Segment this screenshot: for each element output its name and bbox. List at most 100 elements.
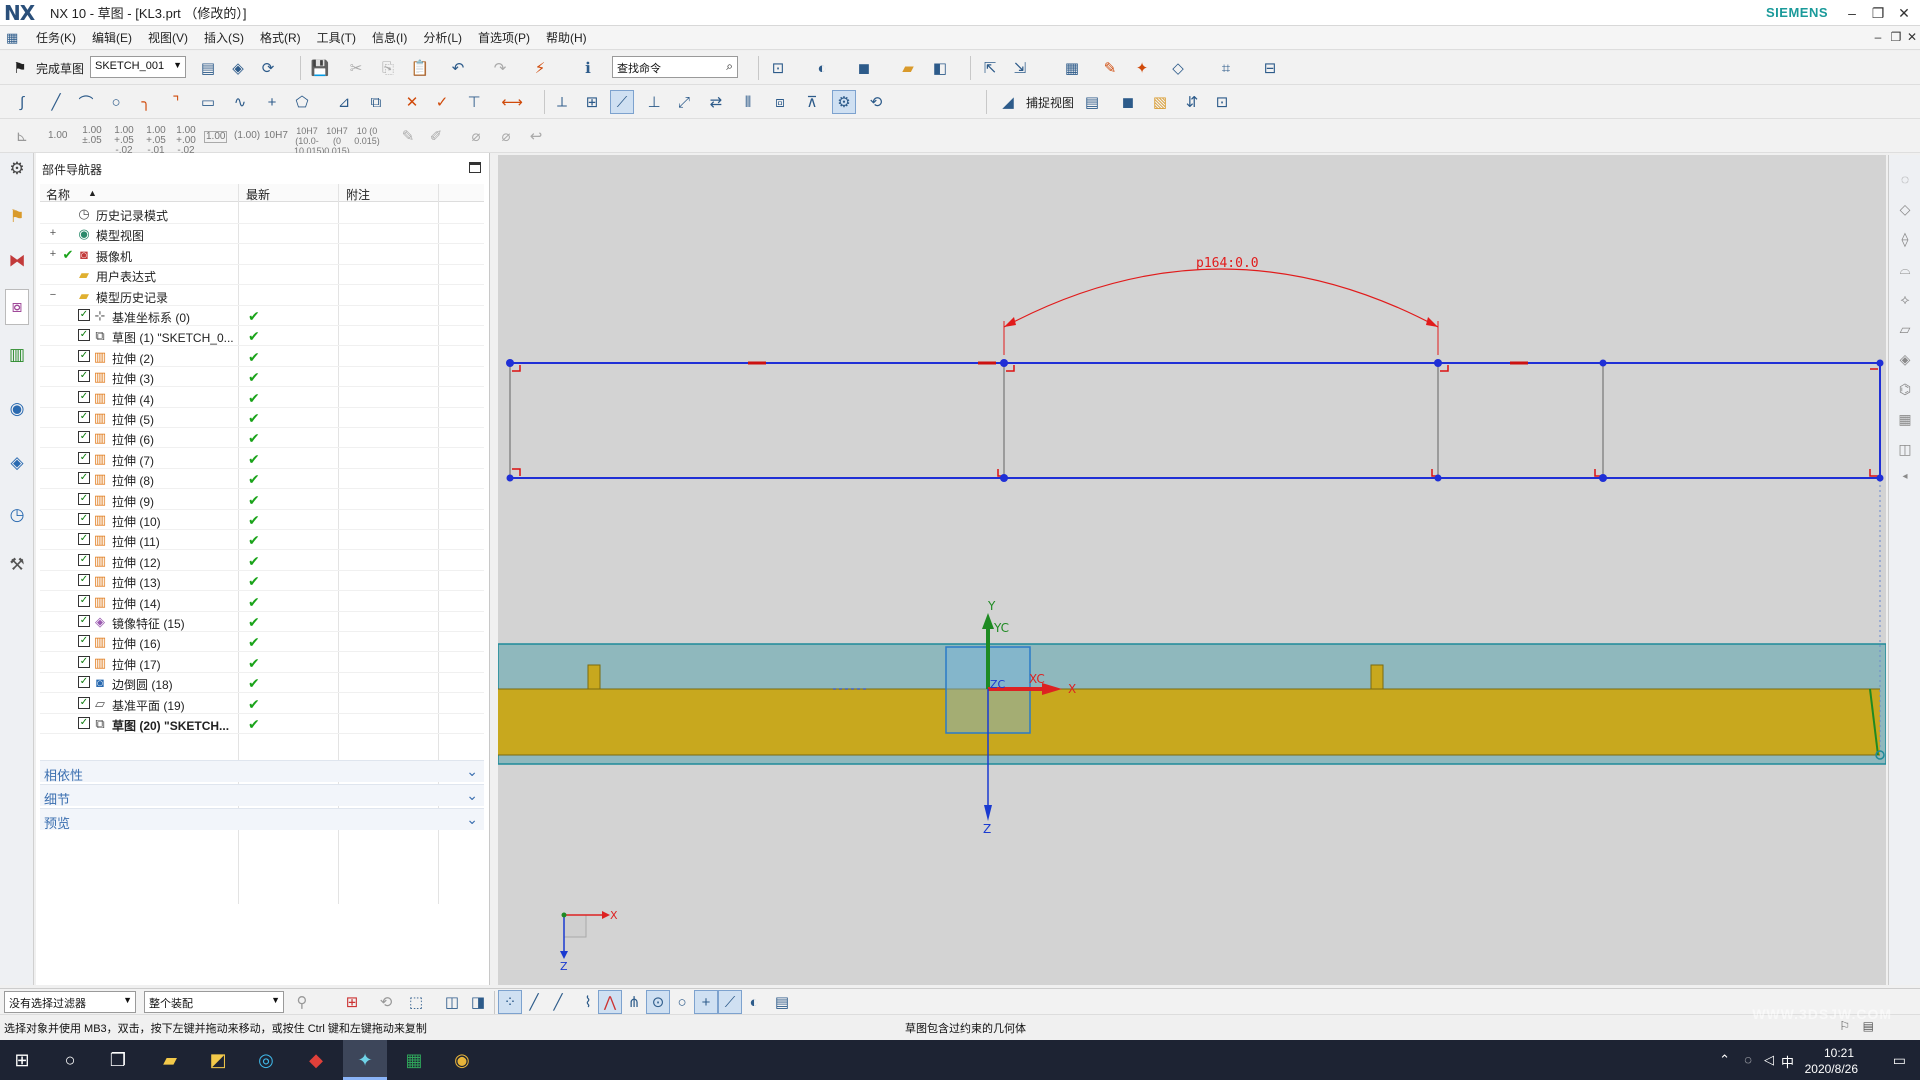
- angular-dimension-arc[interactable]: [1003, 268, 1439, 328]
- expand-toggle-icon[interactable]: −: [48, 289, 58, 300]
- feature-checkbox[interactable]: ✓: [78, 717, 90, 729]
- nx-task-icon[interactable]: ✦: [343, 1044, 387, 1076]
- constraint-navigator-icon[interactable]: ⧓: [5, 249, 29, 273]
- finish-sketch-label[interactable]: 完成草图: [36, 60, 84, 77]
- fit-sketch-icon[interactable]: ⊡: [1210, 90, 1234, 114]
- check-icon[interactable]: ✔: [60, 247, 76, 263]
- menu-format[interactable]: 格式(R): [252, 29, 309, 46]
- menu-info[interactable]: 信息(I): [364, 29, 415, 46]
- menu-tools[interactable]: 工具(T): [309, 29, 364, 46]
- render-style-icon[interactable]: ◐: [810, 56, 834, 80]
- finish-sketch-flag-icon[interactable]: ⚑: [8, 56, 32, 80]
- history-feature-row[interactable]: ✓ ▥ 拉伸 (2) ✔: [40, 347, 484, 367]
- history-feature-row[interactable]: ✓ ▥ 拉伸 (5) ✔: [40, 408, 484, 428]
- snap-view-label[interactable]: 捕捉视图: [1026, 94, 1074, 111]
- feature-checkbox[interactable]: ✓: [78, 451, 90, 464]
- dim-format-4[interactable]: 1.00 +.05 -.01: [142, 126, 170, 156]
- section-view-icon[interactable]: ◧: [928, 56, 952, 80]
- polygon-icon[interactable]: ⬠: [290, 90, 314, 114]
- menu-edit[interactable]: 编辑(E): [84, 29, 140, 46]
- selection-icon[interactable]: ◇: [1166, 56, 1190, 80]
- app-menu-icon[interactable]: ▦: [6, 30, 28, 46]
- tree-node[interactable]: ▰ 用户表达式: [40, 265, 484, 286]
- make-corner-icon[interactable]: ⊤: [462, 90, 486, 114]
- history-feature-row[interactable]: ✓ ◙ 边倒圆 (18) ✔: [40, 673, 484, 694]
- diameter-icon[interactable]: ⌀: [464, 124, 488, 148]
- windows-start-icon[interactable]: ⊞: [0, 1044, 44, 1076]
- studio-spline-icon[interactable]: ∿: [228, 90, 252, 114]
- pattern-curve-icon[interactable]: ⧉: [364, 90, 388, 114]
- drag-icon[interactable]: ⤢: [672, 90, 696, 114]
- info-window-icon[interactable]: ℹ: [576, 56, 600, 80]
- file-explorer-icon[interactable]: ▰: [148, 1044, 192, 1076]
- history-feature-row[interactable]: ✓ ⧉ 草图 (1) "SKETCH_0... ✔: [40, 326, 484, 347]
- dim-format-6[interactable]: 1.00: [204, 131, 228, 143]
- maximize-icon[interactable]: [469, 162, 481, 173]
- restore-button[interactable]: ❐: [1866, 3, 1890, 23]
- select-body-icon[interactable]: ◫: [440, 990, 464, 1014]
- stripes-icon[interactable]: ▧: [1148, 90, 1172, 114]
- snap-quadrant-icon[interactable]: ○: [670, 990, 694, 1014]
- history-feature-row[interactable]: ✓ ◈ 镜像特征 (15) ✔: [40, 612, 484, 632]
- navigator-panel-1[interactable]: 细节 ⌄: [40, 784, 484, 807]
- snap-curve-icon[interactable]: ⌇: [576, 990, 600, 1014]
- menu-analysis[interactable]: 分析(L): [415, 29, 470, 46]
- network-icon[interactable]: ◌: [1744, 1052, 1752, 1067]
- surface-icon[interactable]: ◇: [1895, 199, 1915, 219]
- menu-insert[interactable]: 插入(S): [196, 29, 252, 46]
- sweep-icon[interactable]: ⟡: [1895, 289, 1915, 309]
- snap-line-alt-icon[interactable]: ╱: [546, 990, 570, 1014]
- dim-format-11[interactable]: 10 (0 0.015): [354, 126, 380, 146]
- sort-ascending-icon[interactable]: ▲: [88, 188, 97, 198]
- assembly-icon[interactable]: ▦: [1060, 56, 1084, 80]
- feature-checkbox[interactable]: ✓: [78, 574, 90, 587]
- dim-pen-icon[interactable]: ✎: [396, 124, 420, 148]
- undo-icon[interactable]: ↶: [446, 56, 470, 80]
- snap-line-icon[interactable]: ╱: [522, 990, 546, 1014]
- mesh-icon[interactable]: ▦: [1895, 409, 1915, 429]
- collapse-left-icon[interactable]: ◂: [1895, 467, 1915, 487]
- box-icon[interactable]: ◫: [1895, 439, 1915, 459]
- copy-icon[interactable]: ⎘: [376, 56, 400, 80]
- menu-help[interactable]: 帮助(H): [538, 29, 595, 46]
- offset-curve-icon[interactable]: ⊿: [332, 90, 356, 114]
- delay-evaluation-icon[interactable]: ⟲: [864, 90, 888, 114]
- layer-icon[interactable]: ▰: [896, 56, 920, 80]
- feature-checkbox[interactable]: ✓: [78, 696, 90, 709]
- snap-on-curve-icon[interactable]: ⟋: [718, 990, 742, 1014]
- history-feature-row[interactable]: ✓ ▥ 拉伸 (11) ✔: [40, 530, 484, 551]
- chevron-down-icon[interactable]: ⌄: [466, 787, 478, 804]
- dim-format-7[interactable]: (1.00): [234, 131, 260, 141]
- history-feature-row[interactable]: ✓ ▥ 拉伸 (16) ✔: [40, 632, 484, 653]
- save-icon[interactable]: 💾: [308, 56, 332, 80]
- subwindow-minimize-button[interactable]: –: [1870, 30, 1886, 46]
- filter-icon[interactable]: ⚲: [290, 990, 314, 1014]
- tree-node[interactable]: − ▰ 模型历史记录: [40, 286, 484, 306]
- deselect-icon[interactable]: ⟲: [374, 990, 398, 1014]
- command-search-input[interactable]: 查找命令 ⌕: [612, 56, 738, 78]
- clock-time[interactable]: 10:21: [1824, 1046, 1854, 1060]
- analysis-icon[interactable]: ✎: [1098, 56, 1122, 80]
- dim-edit-icon[interactable]: ✐: [424, 124, 448, 148]
- column-latest[interactable]: 最新: [246, 186, 270, 203]
- feature-checkbox[interactable]: ✓: [78, 492, 90, 505]
- profile-icon[interactable]: ∫: [10, 90, 34, 114]
- history-feature-row[interactable]: ✓ ▥ 拉伸 (12) ✔: [40, 551, 484, 571]
- selection-scope-select[interactable]: 整个装配 ▼: [144, 991, 284, 1013]
- history-feature-row[interactable]: ✓ ▥ 拉伸 (13) ✔: [40, 571, 484, 592]
- feature-icon[interactable]: ⟠: [1895, 229, 1915, 249]
- patch-icon[interactable]: ⌬: [1895, 379, 1915, 399]
- arc-icon[interactable]: ⌒: [74, 90, 98, 114]
- dim-format-8[interactable]: 10H7: [264, 131, 288, 141]
- history-feature-row[interactable]: ✓ ▥ 拉伸 (9) ✔: [40, 490, 484, 510]
- notification-icon[interactable]: ▭: [1893, 1052, 1906, 1069]
- snap-face-icon[interactable]: ◐: [742, 990, 766, 1014]
- dim-format-2[interactable]: 1.00 ±.05: [78, 126, 106, 146]
- sketch-canvas[interactable]: Y YC XC X ZC Z p164:0.0 X Z: [498, 155, 1886, 985]
- orient-csys-icon[interactable]: ⇱: [978, 56, 1002, 80]
- dim-format-1[interactable]: 1.00: [48, 131, 67, 141]
- feature-checkbox[interactable]: ✓: [78, 349, 90, 362]
- app-icon[interactable]: ◩: [196, 1044, 240, 1076]
- feature-checkbox[interactable]: ✓: [78, 594, 90, 607]
- menu-preferences[interactable]: 首选项(P): [470, 29, 538, 46]
